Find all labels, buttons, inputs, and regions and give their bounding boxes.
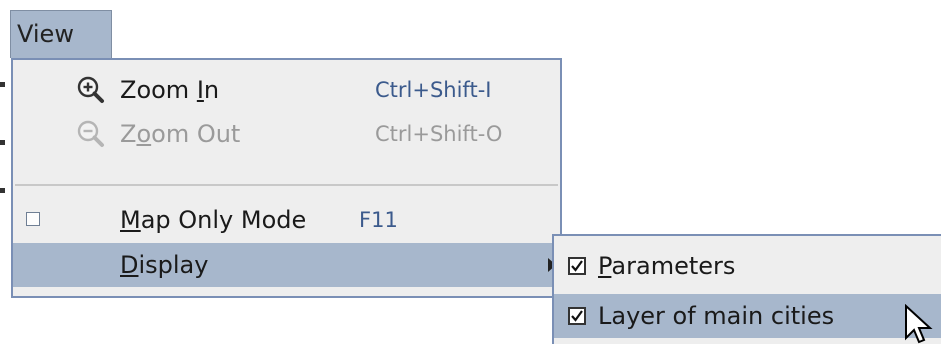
checkmark-icon (571, 260, 583, 272)
parameters-label: Parameters (598, 252, 736, 280)
zoom-in-icon (75, 74, 107, 106)
zoom-out-label: Zoom Out (120, 120, 241, 148)
menu-item-map-only-mode[interactable]: Map Only Mode F11 (13, 198, 560, 242)
layer-of-main-cities-checkbox[interactable] (568, 307, 586, 325)
checkmark-icon (571, 310, 583, 322)
layer-of-main-cities-label: Layer of main cities (598, 302, 835, 330)
map-only-mode-shortcut: F11 (359, 208, 398, 232)
map-only-mode-label: Map Only Mode (120, 206, 307, 234)
background-tick (0, 188, 5, 193)
zoom-out-shortcut: Ctrl+Shift-O (375, 122, 503, 146)
submenu-item-layer-of-main-cities[interactable]: Layer of main cities (554, 294, 941, 338)
background-tick (0, 140, 5, 145)
display-label: Display (120, 251, 209, 279)
view-label: iew (32, 20, 74, 48)
mouse-cursor-icon (905, 304, 933, 344)
menu-item-display[interactable]: Display (13, 243, 560, 287)
menu-separator (15, 184, 558, 186)
menubar-view[interactable]: View (10, 10, 112, 58)
display-submenu: Parameters Layer of main cities (552, 234, 941, 344)
menu-item-zoom-out[interactable]: Zoom Out Ctrl+Shift-O (13, 112, 560, 156)
screen: View Zoom In Ctrl+Shift-I Zoom Out Ctrl+… (0, 0, 941, 344)
map-only-mode-checkbox[interactable] (26, 212, 40, 226)
zoom-in-label: Zoom In (120, 76, 220, 104)
background-tick (0, 82, 5, 87)
parameters-checkbox[interactable] (568, 257, 586, 275)
zoom-in-shortcut: Ctrl+Shift-I (375, 78, 492, 102)
submenu-item-parameters[interactable]: Parameters (554, 244, 941, 288)
menu-item-zoom-in[interactable]: Zoom In Ctrl+Shift-I (13, 68, 560, 112)
zoom-out-icon (75, 118, 107, 150)
view-menu: Zoom In Ctrl+Shift-I Zoom Out Ctrl+Shift… (11, 58, 562, 298)
view-mnemonic: V (17, 20, 33, 48)
